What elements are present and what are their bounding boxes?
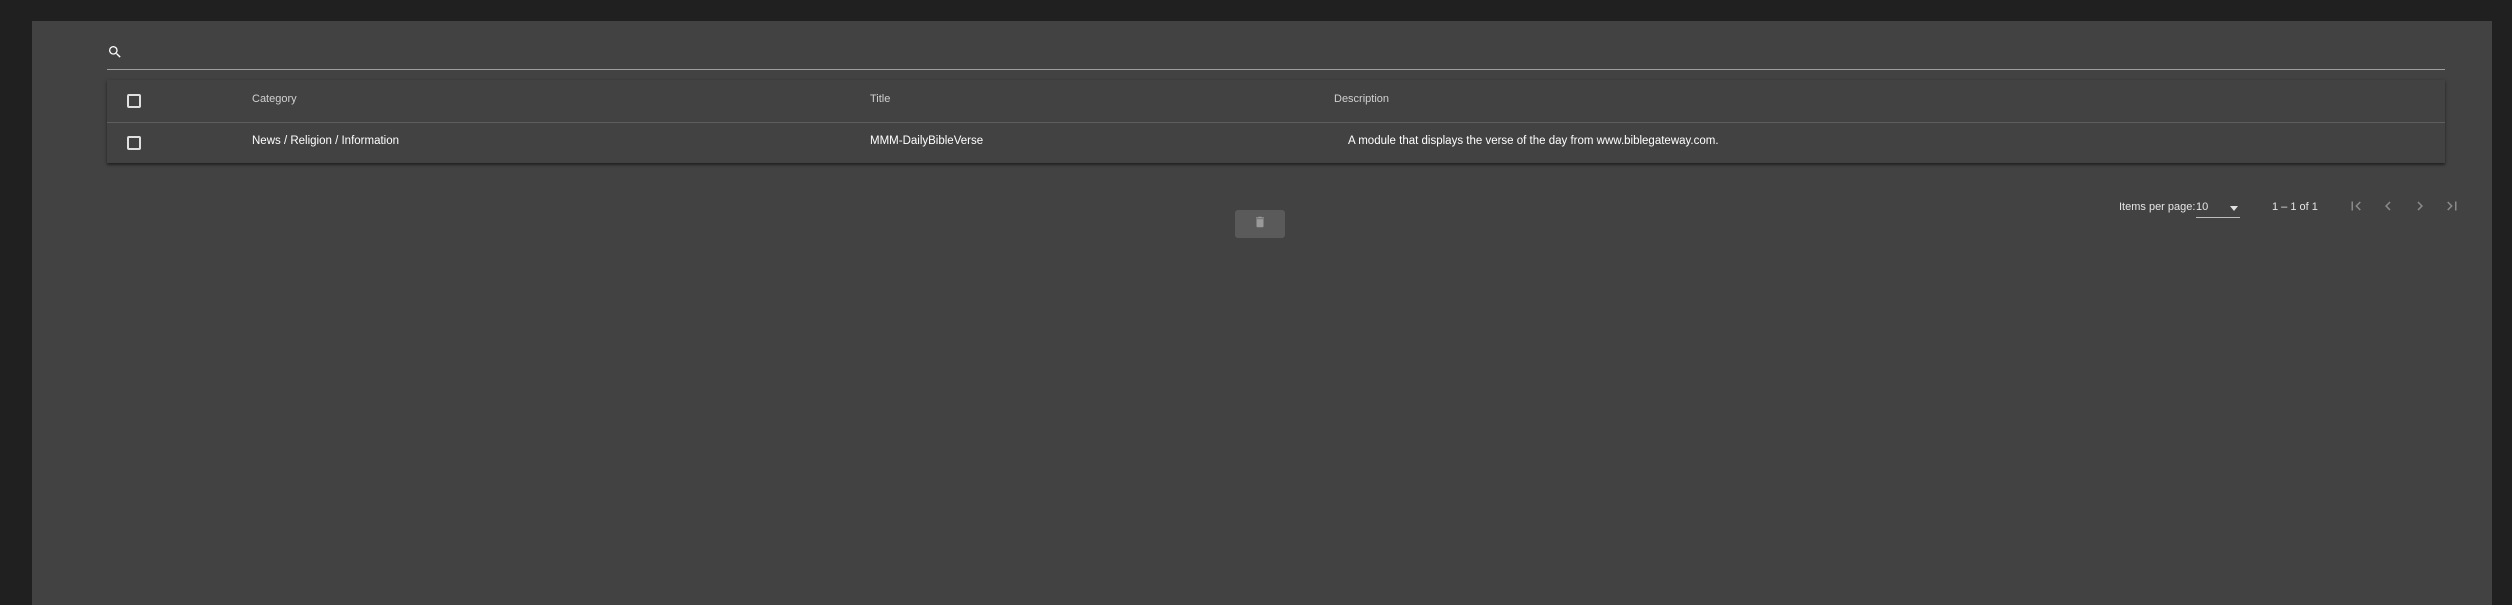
main-card: Category Title Description News / Religi… [32,21,2492,605]
last-page-icon [2443,197,2461,218]
column-header-title[interactable]: Title [870,93,890,105]
cell-description: A module that displays the verse of the … [1348,135,1719,147]
column-header-category[interactable]: Category [252,93,297,105]
row-checkbox[interactable] [127,136,141,150]
cell-title: MMM-DailyBibleVerse [870,135,984,147]
trash-icon [1253,214,1267,235]
range-label: 1 – 1 of 1 [2272,201,2318,213]
table-row[interactable]: News / Religion / Information MMM-DailyB… [107,123,2445,163]
first-page-icon [2347,197,2365,218]
table-header-row: Category Title Description [107,80,2445,123]
select-all-checkbox[interactable] [127,94,141,108]
dropdown-arrow-icon [2230,206,2238,211]
search-bar [107,41,2445,70]
column-header-description[interactable]: Description [1334,93,1389,105]
delete-button[interactable] [1235,210,1285,238]
chevron-left-icon [2379,197,2397,218]
cell-category: News / Religion / Information [252,135,400,147]
items-per-page-value: 10 [2196,201,2209,213]
last-page-button[interactable] [2440,195,2464,219]
first-page-button[interactable] [2344,195,2368,219]
items-per-page-label: Items per page: [2119,201,2196,213]
modules-table: Category Title Description News / Religi… [107,80,2445,163]
chevron-right-icon [2411,197,2429,218]
items-per-page-select[interactable]: 10 [2196,197,2240,218]
previous-page-button[interactable] [2376,195,2400,219]
next-page-button[interactable] [2408,195,2432,219]
search-input[interactable] [131,43,2435,65]
search-icon[interactable] [107,44,123,60]
